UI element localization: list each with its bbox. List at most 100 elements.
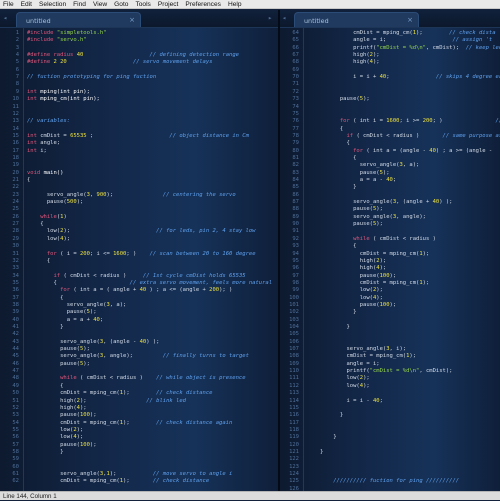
code-token: } bbox=[320, 324, 350, 330]
code-token: ) ); bbox=[146, 338, 160, 345]
code-token: } bbox=[320, 412, 344, 419]
code-editor-right[interactable]: 64 cmDist = mping_cm(1); // check dista 6… bbox=[280, 28, 500, 491]
code-token: ); bbox=[422, 279, 430, 286]
code-token: cmDist = mping_cm( bbox=[320, 30, 413, 36]
code-token: servo_angle( bbox=[320, 213, 393, 220]
code-token: 20 bbox=[60, 59, 67, 66]
code-token: 200 bbox=[80, 250, 90, 257]
code-editor-left[interactable]: 1 #include "simpletools.h" 2 #include "serv… bbox=[0, 28, 278, 491]
code-token: ; i <= bbox=[89, 250, 114, 257]
code-token: "cmDist = %d\n" bbox=[369, 368, 420, 375]
code-token: ); bbox=[63, 235, 71, 242]
code-token: { bbox=[320, 125, 344, 132]
menu-item-preferences[interactable]: Preferences bbox=[185, 1, 221, 8]
code-token: // skips 4 degree each bbox=[389, 74, 500, 81]
code-token: for bbox=[320, 147, 367, 154]
code-token: } bbox=[320, 184, 357, 191]
code-token: cmDist = mping_cm( bbox=[27, 419, 120, 426]
code-token: int bbox=[27, 132, 41, 139]
code-token: // finally turns to target bbox=[132, 353, 249, 360]
tab-untitled-right[interactable]: untitled × bbox=[294, 12, 419, 27]
tab-scroll-left-icon[interactable]: ◂ bbox=[282, 14, 286, 22]
menu-item-help[interactable]: Help bbox=[228, 1, 242, 8]
code-token: pause( bbox=[27, 309, 87, 316]
code-token: pause( bbox=[320, 169, 380, 176]
code-line[interactable]: 62 cmDist = mping_cm(1); // check distan… bbox=[0, 477, 278, 485]
code-token: cmDist = mping_cm( bbox=[320, 353, 407, 360]
code-token: { bbox=[320, 140, 350, 147]
code-token: high( bbox=[320, 265, 377, 272]
code-token: 500 bbox=[66, 199, 77, 206]
code-token: ); bbox=[409, 353, 417, 360]
code-token: low( bbox=[320, 375, 360, 382]
code-token: ( i = bbox=[60, 250, 80, 257]
code-token: pause( bbox=[27, 360, 80, 367]
menu-item-view[interactable]: View bbox=[93, 1, 107, 8]
code-token: cmDist = mping_cm( bbox=[320, 279, 420, 286]
code-token: // 1st cycle cmDist holds 65535 bbox=[142, 272, 246, 279]
code-token: // blink led bbox=[86, 397, 186, 404]
code-token: a = a - bbox=[320, 177, 387, 183]
code-token: ); bbox=[89, 441, 97, 448]
code-token: high( bbox=[320, 257, 377, 264]
code-token: 1600 bbox=[386, 118, 400, 125]
code-token: i = i + bbox=[320, 74, 380, 81]
editor-pane-right[interactable]: ◂ untitled × 64 cmDist = mping_cm(1); //… bbox=[280, 10, 500, 491]
code-token: ); bbox=[363, 382, 370, 389]
code-token: { bbox=[27, 382, 64, 389]
tab-bar-left: ◂ untitled × ▸ bbox=[0, 10, 278, 28]
code-token: #include bbox=[27, 30, 57, 36]
menu-item-selection[interactable]: Selection bbox=[39, 1, 66, 8]
code-token: // keep led o bbox=[465, 44, 500, 51]
code-token: pause( bbox=[320, 301, 380, 308]
tab-untitled-left[interactable]: untitled × bbox=[16, 12, 141, 27]
menu-item-tools[interactable]: Tools bbox=[135, 1, 150, 8]
code-token: pause( bbox=[27, 199, 67, 206]
code-token: // move servo to angle i bbox=[116, 471, 233, 477]
code-token: ) ; a <= (angle + bbox=[146, 287, 210, 294]
code-token: ; ) bbox=[432, 118, 443, 125]
code-token: { bbox=[27, 221, 44, 228]
code-token: // assign 't bbox=[386, 37, 493, 44]
code-token: } bbox=[320, 448, 324, 455]
code-token: // servo movement delays bbox=[66, 59, 213, 66]
menu-item-file[interactable]: File bbox=[3, 1, 14, 8]
code-token: a = a + bbox=[27, 316, 94, 323]
close-icon[interactable]: × bbox=[129, 16, 135, 24]
code-token: servo_angle( bbox=[27, 191, 87, 198]
code-token: , angle); bbox=[396, 213, 426, 220]
code-token: // 8th bbox=[495, 118, 500, 125]
menu-item-find[interactable]: Find bbox=[73, 1, 86, 8]
code-token: , bbox=[89, 191, 97, 198]
menu-item-project[interactable]: Project bbox=[158, 1, 179, 8]
code-token: , angle); bbox=[103, 353, 133, 360]
code-token: { bbox=[320, 154, 357, 161]
code-token: cmDist = mping_cm( bbox=[320, 250, 420, 257]
code-token: pause( bbox=[320, 96, 360, 103]
code-token: while bbox=[27, 375, 80, 382]
code-token: ); bbox=[376, 287, 383, 294]
code-token: 40 bbox=[429, 147, 436, 154]
menu-item-goto[interactable]: Goto bbox=[114, 1, 128, 8]
editor-pane-left[interactable]: ◂ untitled × ▸ 1 #include "simpletools.h"… bbox=[0, 10, 278, 491]
code-token: , a); bbox=[402, 162, 420, 169]
code-token: "servo.h" bbox=[56, 37, 87, 44]
code-token: 100 bbox=[379, 301, 390, 308]
code-token: servo_angle( bbox=[320, 162, 400, 169]
code-token: void bbox=[27, 169, 44, 176]
code-token: low( bbox=[27, 434, 74, 441]
code-token: ); bbox=[376, 221, 383, 228]
code-token: // same purpose as bbox=[419, 132, 500, 139]
menu-item-edit[interactable]: Edit bbox=[21, 1, 32, 8]
tab-scroll-left-icon[interactable]: ◂ bbox=[3, 14, 7, 22]
code-token: ; i >= bbox=[399, 118, 423, 125]
code-token: ( int a = (angle - bbox=[366, 147, 430, 154]
code-token: 200 bbox=[209, 287, 220, 294]
code-token: // check dista bbox=[422, 30, 496, 36]
code-token: servo_angle( bbox=[320, 346, 387, 353]
tab-scroll-right-icon[interactable]: ▸ bbox=[268, 14, 272, 22]
code-token: i; bbox=[40, 147, 47, 154]
close-icon[interactable]: × bbox=[407, 16, 413, 24]
code-token: angle; bbox=[40, 140, 61, 147]
code-token: 1600 bbox=[113, 250, 127, 257]
